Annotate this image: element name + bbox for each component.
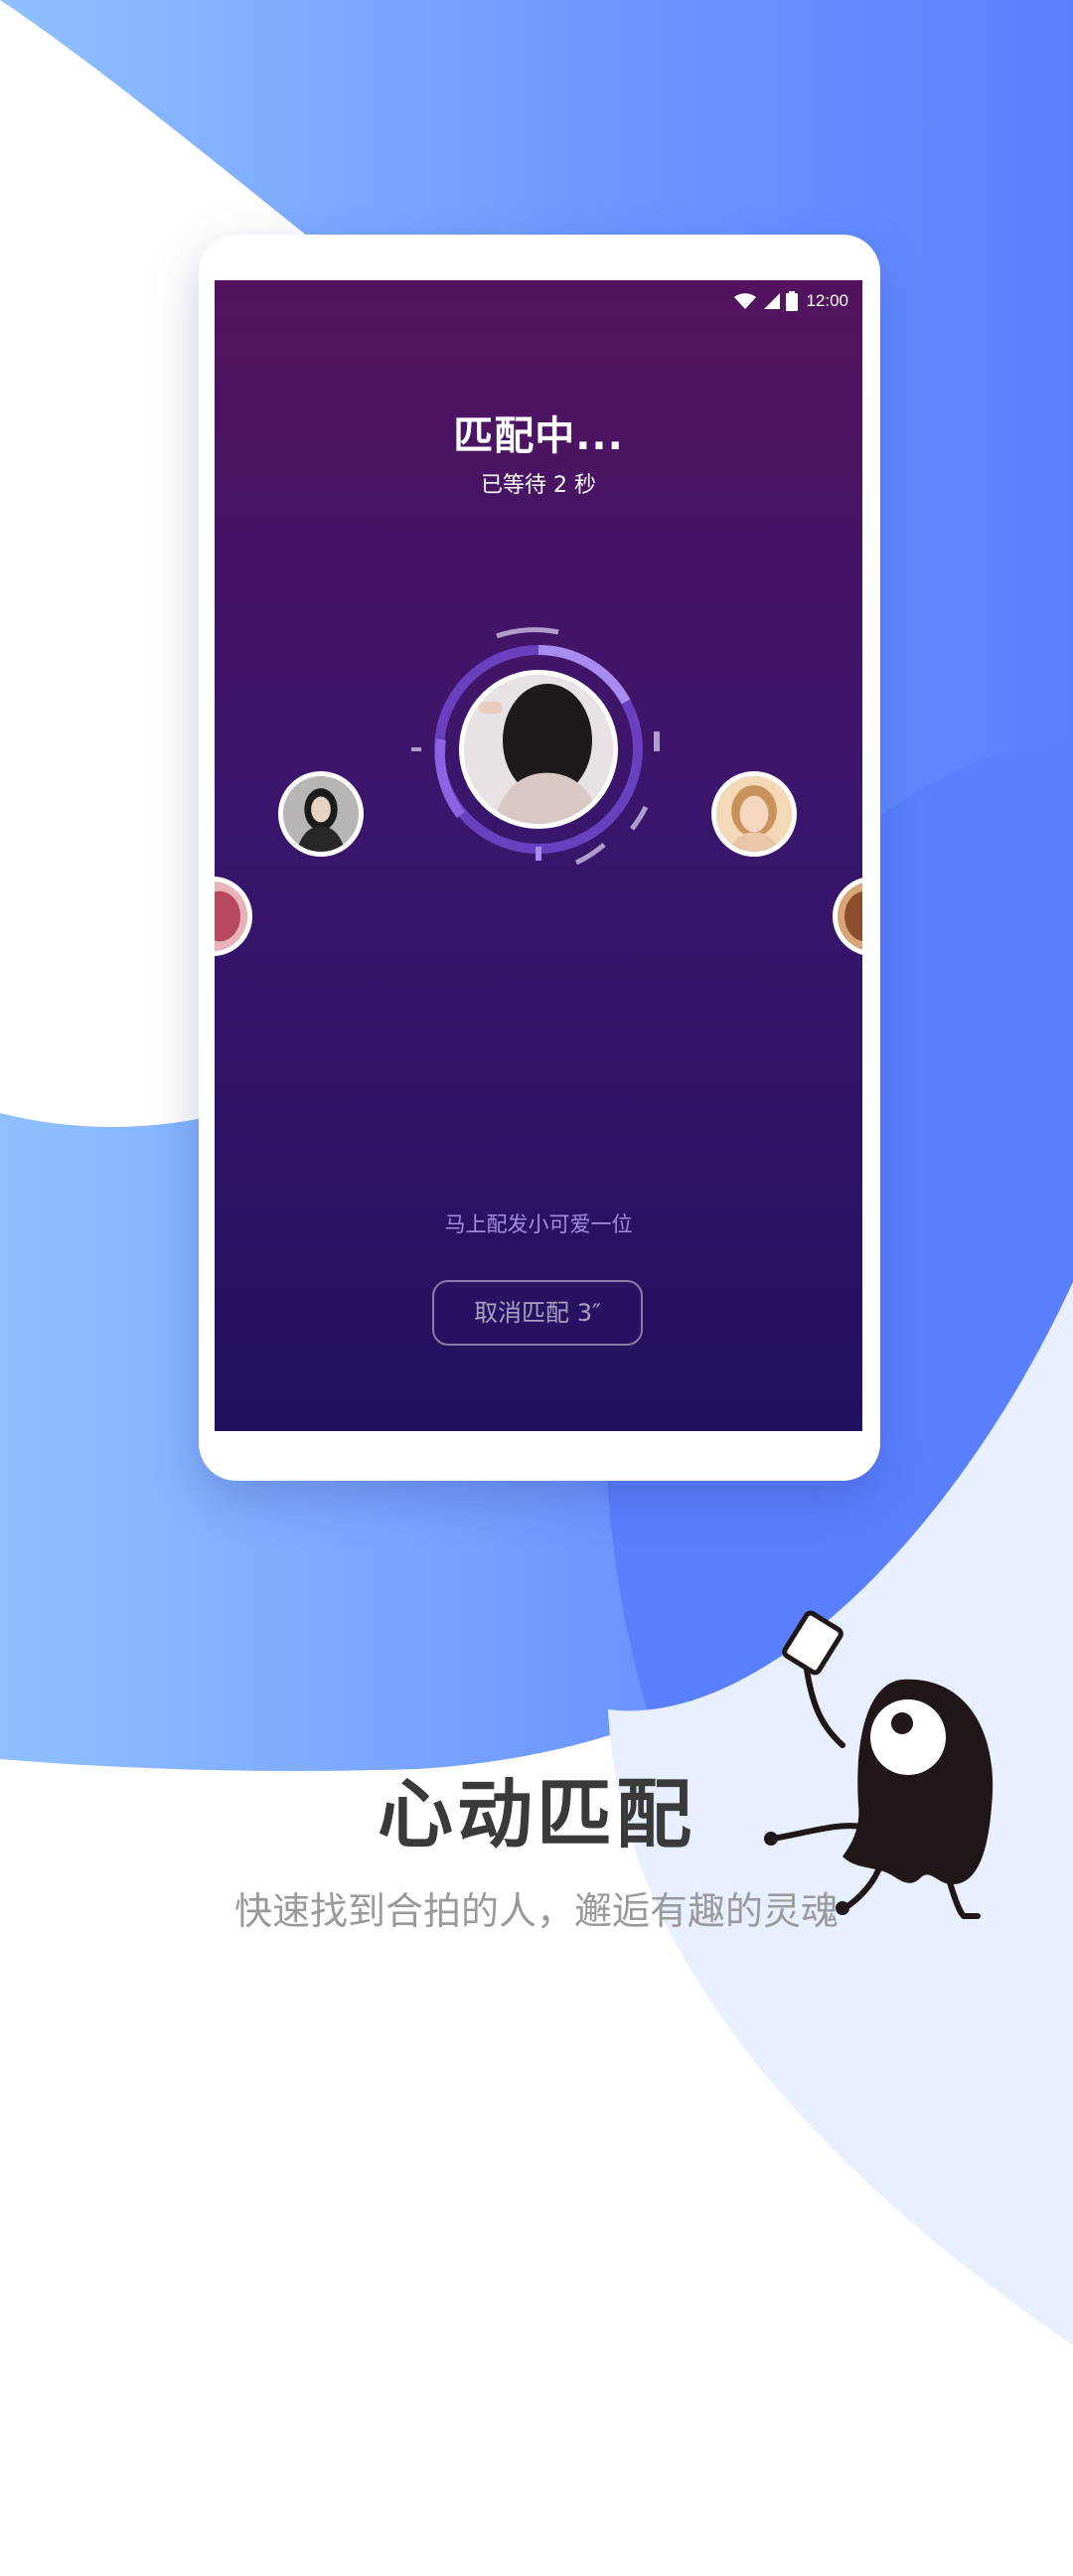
left-avatar [278, 771, 364, 857]
matching-title: 匹配中... [453, 413, 624, 459]
phone-screen: 12:00 匹配中... 已等待 2 秒 马上配发小可爱一位 取消匹配 3″ [215, 280, 862, 1431]
phone-holding-monster-icon [764, 1610, 994, 1919]
edge-right-avatar [833, 877, 862, 956]
status-bar: 12:00 [732, 284, 848, 318]
wifi-icon [732, 291, 758, 311]
match-hint-text: 马上配发小可爱一位 [444, 1212, 633, 1236]
signal-icon [762, 291, 782, 311]
status-time: 12:00 [806, 291, 848, 310]
right-avatar [711, 771, 797, 857]
battery-icon [786, 291, 799, 311]
edge-left-avatar [215, 877, 252, 956]
promo-page: 12:00 匹配中... 已等待 2 秒 马上配发小可爱一位 取消匹配 3″ 心… [0, 0, 1073, 2576]
wait-time-text: 已等待 2 秒 [481, 473, 596, 498]
center-avatar [459, 670, 618, 829]
cancel-match-button[interactable]: 取消匹配 3″ [432, 1280, 643, 1346]
